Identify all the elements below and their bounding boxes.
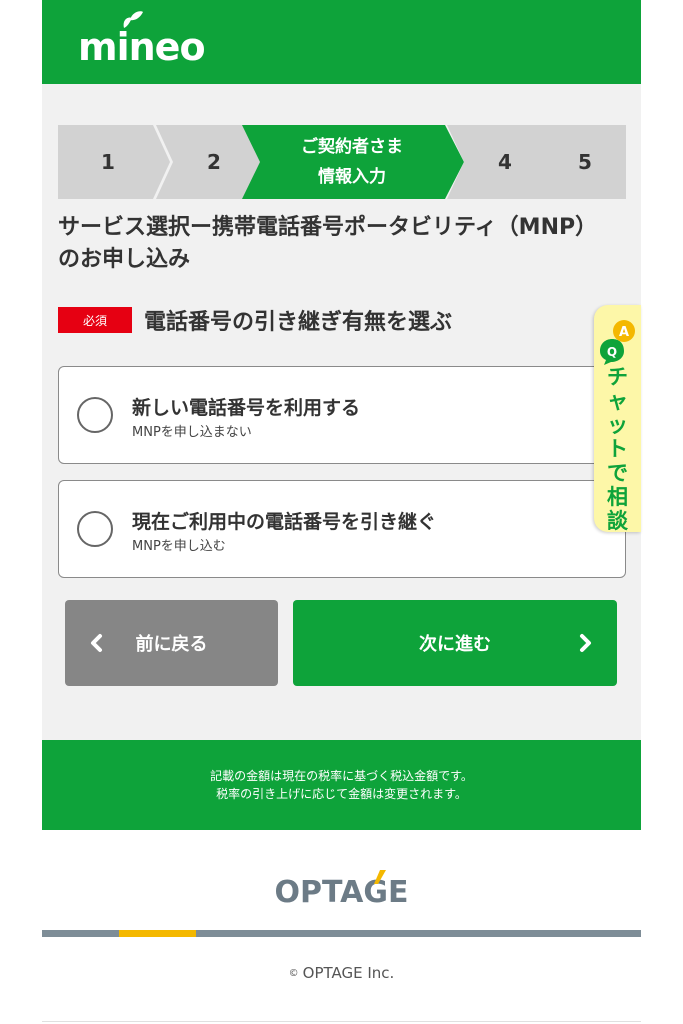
chat-label: チ ャ ッ ト で 相 談 [594, 365, 641, 533]
main-content: 1 2 ご契約者さま 情報入力 4 5 サービス選択ー携帯電話番号ポータビリティ… [42, 84, 641, 740]
chat-label-char: ャ [607, 389, 628, 413]
chat-qa-icon: A Q [600, 320, 635, 365]
option-new-number[interactable]: 新しい電話番号を利用する MNPを申し込まない [58, 366, 626, 464]
chat-label-char: チ [607, 365, 628, 389]
badge-a: A [619, 325, 629, 340]
page-title: サービス選択ー携帯電話番号ポータビリティ（MNP）のお申し込み [58, 215, 598, 272]
chat-label-char: ッ [607, 413, 628, 437]
step-label: 1 [101, 150, 115, 174]
step-active-label: ご契約者さま 情報入力 [252, 125, 452, 199]
copyright-icon: © [288, 968, 299, 979]
optage-logo-text: OPTAGE [275, 875, 409, 910]
copyright: © OPTAGE Inc. [42, 964, 641, 982]
step-5: 5 [534, 125, 626, 199]
chat-label-char: 談 [607, 509, 628, 533]
chat-consult-tab[interactable]: A Q チ ャ ッ ト で 相 談 [594, 305, 641, 533]
page: mineo 1 2 ご契約者さま 情報入力 4 5 サービス選択ー携帯電話番号ポ… [42, 0, 641, 1024]
next-button-label: 次に進む [419, 634, 491, 655]
chevron-right-icon [580, 634, 591, 652]
option-subtitle: MNPを申し込まない [132, 425, 252, 440]
required-badge: 必須 [58, 307, 132, 333]
option-title: 新しい電話番号を利用する [132, 397, 361, 419]
chat-label-char: 相 [607, 485, 628, 509]
footer-divider [42, 930, 641, 937]
step-label-line1: ご契約者さま [301, 137, 403, 157]
option-keep-number[interactable]: 現在ご利用中の電話番号を引き継ぐ MNPを申し込む [58, 480, 626, 578]
radio-button[interactable] [77, 397, 113, 433]
next-button[interactable]: 次に進む [293, 600, 617, 686]
option-subtitle: MNPを申し込む [132, 539, 226, 554]
notice-line-2: 税率の引き上げに応じて金額は変更されます。 [216, 787, 467, 801]
chat-label-char: で [607, 461, 628, 485]
copyright-text: OPTAGE Inc. [302, 964, 395, 982]
tax-notice: 記載の金額は現在の税率に基づく税込金額です。 税率の引き上げに応じて金額は変更さ… [42, 740, 641, 830]
step-1: 1 [58, 125, 170, 199]
badge-q: Q [607, 345, 617, 359]
chevron-left-icon [91, 634, 102, 652]
back-button-label: 前に戻る [135, 634, 208, 655]
logo-text: mineo [78, 25, 206, 69]
step-indicator: 1 2 ご契約者さま 情報入力 4 5 [58, 125, 626, 199]
step-3-active: ご契約者さま 情報入力 [242, 125, 466, 199]
question-header: 必須 電話番号の引き継ぎ有無を選ぶ [58, 304, 452, 336]
bottom-divider [42, 1021, 641, 1022]
mineo-logo[interactable]: mineo [78, 11, 206, 69]
option-title: 現在ご利用中の電話番号を引き継ぐ [132, 511, 437, 533]
radio-button[interactable] [77, 511, 113, 547]
leaf-icon [123, 11, 143, 28]
footer-divider-accent [119, 930, 196, 937]
back-button[interactable]: 前に戻る [65, 600, 278, 686]
step-label-line2: 情報入力 [318, 167, 386, 187]
optage-logo[interactable]: OPTAGE [42, 868, 641, 918]
header: mineo [42, 0, 641, 84]
notice-line-1: 記載の金額は現在の税率に基づく税込金額です。 [210, 769, 473, 783]
step-label: 5 [578, 150, 592, 174]
question-title: 電話番号の引き継ぎ有無を選ぶ [144, 310, 453, 335]
chat-label-char: ト [607, 437, 628, 461]
